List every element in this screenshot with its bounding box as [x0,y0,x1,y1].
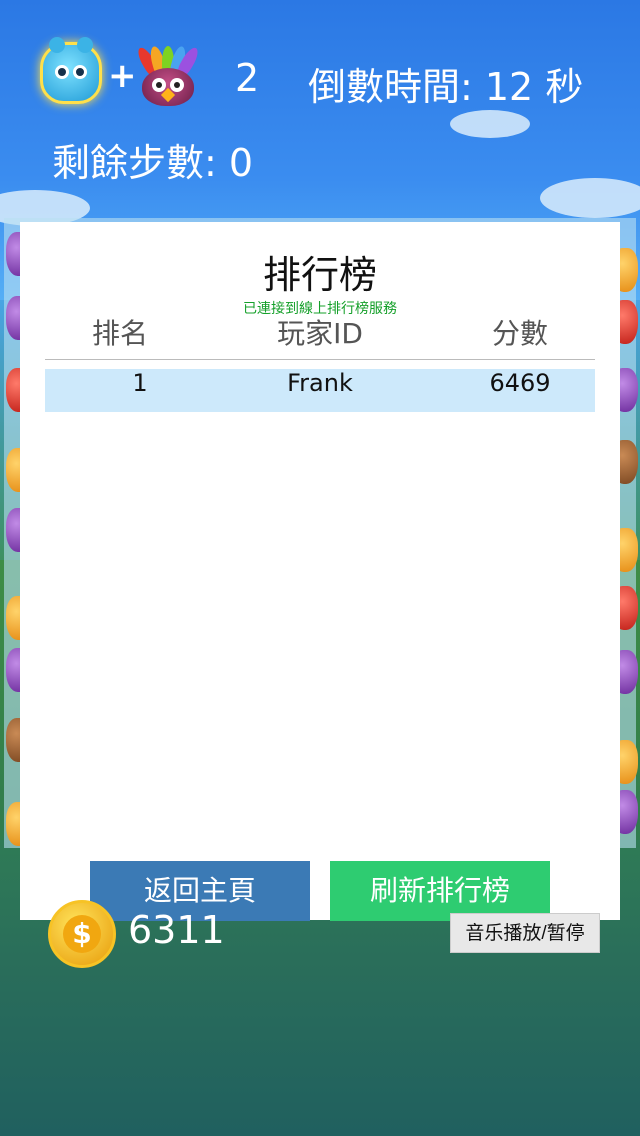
rank-cell: 1 [132,369,148,397]
column-score-header: 分數 [491,317,548,350]
refresh-leaderboard-button[interactable]: 刷新排行榜 [330,861,550,921]
dollar-coin-icon: $ [48,900,116,968]
rainbow-owl-icon [134,44,202,106]
column-rank-header: 排名 [91,317,148,350]
music-toggle-button[interactable]: 音乐播放/暂停 [450,913,600,953]
coin-symbol: $ [63,915,101,953]
combo-count: 2 [235,56,260,100]
cloud [450,110,530,138]
header-divider [45,359,595,360]
table-row: 1 Frank 6469 [45,369,595,412]
blue-blob-icon [40,37,102,104]
remaining-moves: 剩餘步數: 0 [52,141,254,185]
leaderboard-dialog: 排行榜 已連接到線上排行榜服務 排名 玩家ID 分數 1 Frank 6469 … [20,222,620,921]
player-id-cell: Frank [287,369,353,397]
cloud [540,178,640,218]
column-player-id-header: 玩家ID [277,317,363,350]
score-cell: 6469 [489,369,551,397]
leaderboard-title: 排行榜 [262,253,377,297]
countdown-timer: 倒數時間: 12 秒 [308,65,584,109]
plus-sign: + [108,56,137,96]
coin-count: 6311 [128,908,225,952]
